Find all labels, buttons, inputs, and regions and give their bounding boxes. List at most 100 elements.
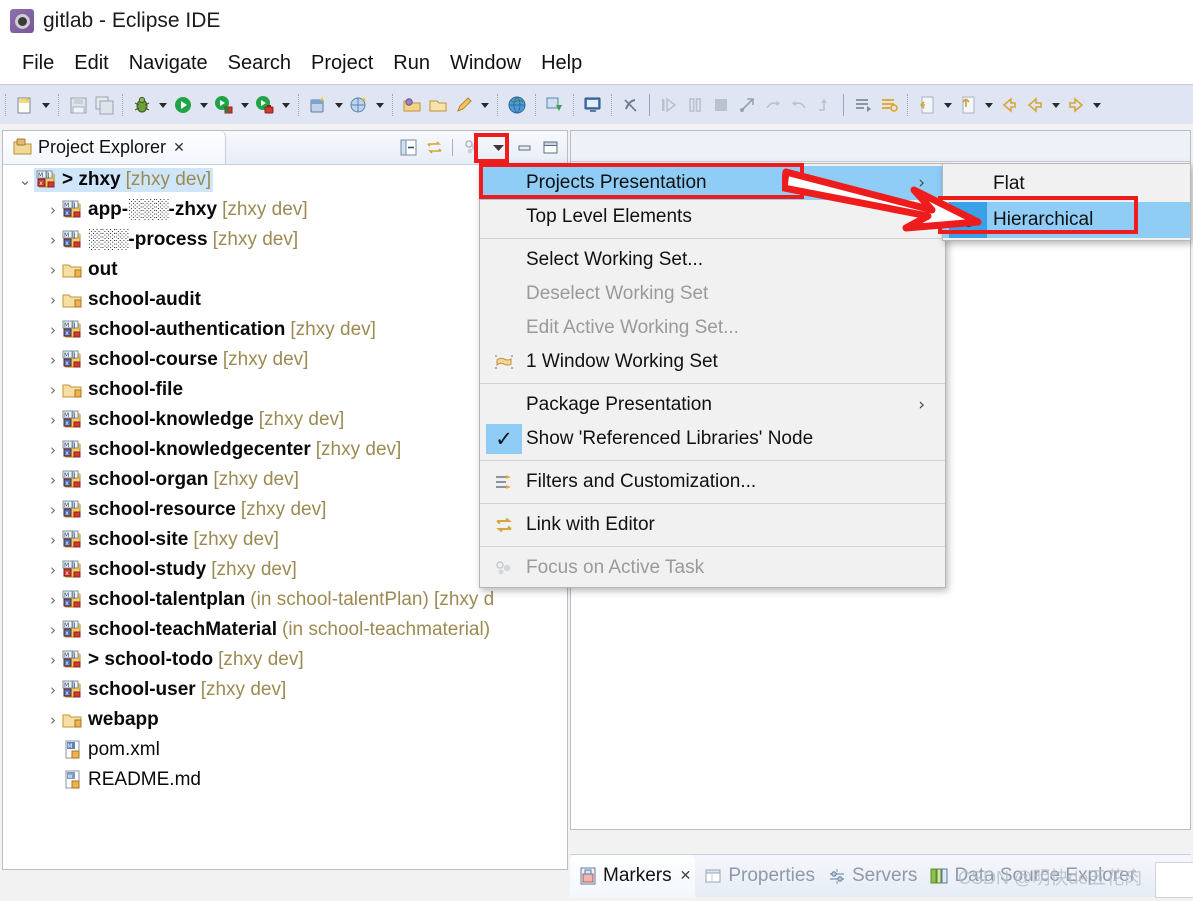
menu-item-1-window-working-set[interactable]: 1 Window Working Set xyxy=(480,345,945,379)
twisty-collapsed-icon[interactable]: › xyxy=(44,381,62,399)
run-last-tool-dropdown-arrow[interactable] xyxy=(238,94,251,116)
save-all-icon[interactable] xyxy=(93,94,115,116)
twisty-collapsed-icon[interactable]: › xyxy=(44,291,62,309)
twisty-collapsed-icon[interactable]: › xyxy=(44,441,62,459)
tree-row[interactable]: w README.md xyxy=(4,765,566,795)
coverage-icon[interactable] xyxy=(254,94,276,116)
run-last-tool-icon[interactable] xyxy=(213,94,235,116)
twisty-collapsed-icon[interactable]: › xyxy=(44,711,62,729)
tree-row[interactable]: › webapp xyxy=(4,705,566,735)
tab-properties[interactable]: Properties xyxy=(695,855,819,897)
back-history-icon[interactable] xyxy=(957,94,979,116)
next-annotation-icon[interactable] xyxy=(852,94,874,116)
collapse-all-icon[interactable] xyxy=(397,137,419,159)
close-icon[interactable]: ✕ xyxy=(680,868,692,884)
menu-search[interactable]: Search xyxy=(218,50,301,77)
twisty-collapsed-icon[interactable]: › xyxy=(44,261,62,279)
minimize-icon[interactable] xyxy=(513,137,535,159)
drop-to-frame-icon[interactable] xyxy=(814,94,836,116)
disconnect-icon[interactable] xyxy=(736,94,758,116)
open-type-icon[interactable] xyxy=(401,94,423,116)
twisty-collapsed-icon[interactable]: › xyxy=(44,621,62,639)
menu-item-top-level-elements[interactable]: Top Level Elements › xyxy=(480,200,945,234)
view-menu-icon[interactable] xyxy=(487,137,509,159)
menu-window[interactable]: Window xyxy=(440,50,531,77)
menu-item-filters-and-customization[interactable]: Filters and Customization... xyxy=(480,465,945,499)
twisty-collapsed-icon[interactable]: › xyxy=(44,531,62,549)
new-package-dropdown-arrow[interactable] xyxy=(373,94,386,116)
tab-project-explorer[interactable]: Project Explorer ✕ xyxy=(3,131,226,164)
twisty-collapsed-icon[interactable]: › xyxy=(44,501,62,519)
menu-item-package-presentation[interactable]: Package Presentation › xyxy=(480,388,945,422)
menu-edit[interactable]: Edit xyxy=(64,50,118,77)
step-return-icon[interactable] xyxy=(788,94,810,116)
debug-dropdown-arrow[interactable] xyxy=(156,94,169,116)
view-context-menu[interactable]: Projects Presentation › Top Level Elements… xyxy=(479,163,946,588)
twisty-collapsed-icon[interactable]: › xyxy=(44,351,62,369)
tab-servers[interactable]: Servers xyxy=(819,855,921,897)
link-with-editor-icon[interactable] xyxy=(423,137,445,159)
run-dropdown-arrow[interactable] xyxy=(197,94,210,116)
twisty-collapsed-icon[interactable]: › xyxy=(44,321,62,339)
back-icon[interactable] xyxy=(1024,94,1046,116)
save-icon[interactable] xyxy=(67,94,89,116)
menu-file[interactable]: File xyxy=(12,50,64,77)
last-edit-location-icon[interactable] xyxy=(916,94,938,116)
debug-icon[interactable] xyxy=(131,94,153,116)
edit-dropdown-arrow[interactable] xyxy=(478,94,491,116)
stop-icon[interactable] xyxy=(710,94,732,116)
twisty-collapsed-icon[interactable]: › xyxy=(44,471,62,489)
submenu-item-hierarchical[interactable]: Hierarchical xyxy=(943,202,1190,238)
tree-row[interactable]: › M Jx > school-todo [zhxy dev] xyxy=(4,645,566,675)
maximize-icon[interactable] xyxy=(539,137,561,159)
previous-annotation-icon[interactable] xyxy=(878,94,900,116)
menu-run[interactable]: Run xyxy=(383,50,440,77)
coverage-dropdown-arrow[interactable] xyxy=(279,94,292,116)
remote-java-app-icon[interactable] xyxy=(544,94,566,116)
twisty-collapsed-icon[interactable]: › xyxy=(44,201,62,219)
twisty-collapsed-icon[interactable]: › xyxy=(44,591,62,609)
new-java-project-icon[interactable] xyxy=(307,94,329,116)
menu-help[interactable]: Help xyxy=(531,50,592,77)
menu-item-select-working-set[interactable]: Select Working Set... xyxy=(480,243,945,277)
menu-project[interactable]: Project xyxy=(301,50,383,77)
menu-item-link-with-editor[interactable]: Link with Editor xyxy=(480,508,945,542)
terminal-icon[interactable] xyxy=(582,94,604,116)
open-task-icon[interactable] xyxy=(427,94,449,116)
step-into-icon[interactable] xyxy=(658,94,680,116)
tree-row[interactable]: Mpom.xml xyxy=(4,735,566,765)
tree-row[interactable]: › M Jx school-teachMaterial (in school-teach… xyxy=(4,615,566,645)
last-edit-location-dropdown-arrow[interactable] xyxy=(941,94,954,116)
back-dropdown-arrow[interactable] xyxy=(1049,94,1062,116)
menu-item-show-referenced-libraries-node[interactable]: ✓ Show 'Referenced Libraries' Node xyxy=(480,422,945,456)
pause-icon[interactable] xyxy=(684,94,706,116)
skip-breakpoints-icon[interactable] xyxy=(620,94,642,116)
tab-markers[interactable]: Markers ✕ xyxy=(570,855,696,897)
run-icon[interactable] xyxy=(172,94,194,116)
forward-dropdown-arrow[interactable] xyxy=(1090,94,1103,116)
external-tools-icon[interactable] xyxy=(506,94,528,116)
back-history-dropdown-arrow[interactable] xyxy=(982,94,995,116)
twisty-collapsed-icon[interactable]: › xyxy=(44,561,62,579)
twisty-collapsed-icon[interactable]: › xyxy=(44,231,62,249)
forward-icon[interactable] xyxy=(1065,94,1087,116)
new-java-project-dropdown-arrow[interactable] xyxy=(332,94,345,116)
menu-navigate[interactable]: Navigate xyxy=(119,50,218,77)
step-over-icon[interactable] xyxy=(762,94,784,116)
tree-row[interactable]: › M Jx school-user [zhxy dev] xyxy=(4,675,566,705)
new-package-icon[interactable] xyxy=(348,94,370,116)
edit-icon[interactable] xyxy=(453,94,475,116)
twisty-expanded-icon[interactable]: ⌄ xyxy=(16,171,34,189)
close-icon[interactable]: ✕ xyxy=(173,140,185,156)
new-wizard-icon[interactable] xyxy=(14,94,36,116)
submenu-item-flat[interactable]: Flat xyxy=(943,166,1190,202)
twisty-collapsed-icon[interactable]: › xyxy=(44,681,62,699)
new-wizard-dropdown-arrow[interactable] xyxy=(39,94,52,116)
focus-on-active-task-icon[interactable] xyxy=(461,137,483,159)
projects-presentation-submenu[interactable]: Flat Hierarchical xyxy=(942,163,1191,241)
twisty-collapsed-icon[interactable]: › xyxy=(44,651,62,669)
twisty-collapsed-icon[interactable]: › xyxy=(44,411,62,429)
menu-item-projects-presentation[interactable]: Projects Presentation › xyxy=(480,166,945,200)
previous-edit-icon[interactable] xyxy=(998,94,1020,116)
tree-row[interactable]: › M Jx school-talentplan (in school-talentPl… xyxy=(4,585,566,615)
